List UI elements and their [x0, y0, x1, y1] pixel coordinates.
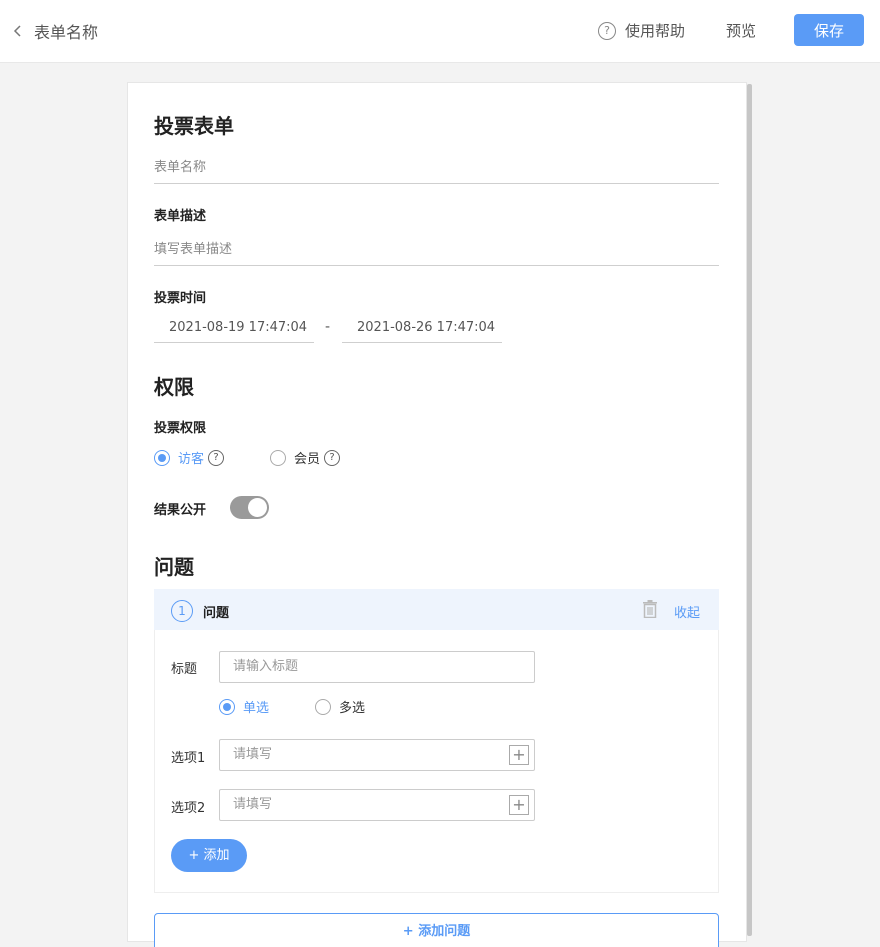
radio-multi-indicator: [315, 698, 331, 715]
question-circle-icon: ?: [598, 21, 616, 40]
help-label: 使用帮助: [625, 22, 686, 40]
result-public-toggle[interactable]: [230, 496, 269, 519]
form-heading: 投票表单: [154, 114, 234, 138]
radio-multi-label: 多选: [339, 701, 366, 716]
collapse-button[interactable]: 收起: [674, 602, 700, 621]
back-button[interactable]: 表单名称: [12, 19, 98, 43]
end-time-input[interactable]: 2021-08-26 17:47:04: [342, 312, 502, 343]
form-desc-input[interactable]: 填写表单描述: [154, 238, 719, 266]
preview-button[interactable]: 预览: [726, 20, 756, 41]
radio-visitor-label: 访客: [178, 452, 205, 467]
plus-square-icon[interactable]: +: [509, 795, 529, 815]
page-title: 表单名称: [34, 23, 99, 42]
radio-single-choice[interactable]: 单选: [219, 697, 269, 716]
scrollbar[interactable]: [747, 84, 752, 936]
radio-single-indicator: [219, 698, 235, 715]
help-link[interactable]: ? 使用帮助: [598, 20, 685, 41]
option-1-label: 选项1: [171, 751, 206, 766]
radio-member-indicator: [270, 449, 286, 466]
start-time-input[interactable]: 2021-08-19 17:47:04: [154, 312, 314, 343]
radio-visitor-indicator: [154, 449, 170, 466]
question-header: [154, 589, 719, 630]
form-name-input[interactable]: 表单名称: [154, 156, 719, 184]
vote-time-label: 投票时间: [154, 291, 207, 306]
question-number: 1: [171, 600, 193, 622]
result-public-label: 结果公开: [154, 503, 207, 518]
top-bar: 表单名称 ? 使用帮助 预览 保存: [0, 0, 880, 63]
permissions-heading: 权限: [154, 375, 194, 399]
option-2-label: 选项2: [171, 801, 206, 816]
radio-visitor[interactable]: 访客 ?: [154, 448, 225, 467]
plus-square-icon[interactable]: +: [509, 745, 529, 765]
question-title-label: 标题: [171, 662, 198, 677]
toggle-knob: [248, 498, 267, 517]
question-circle-icon[interactable]: ?: [324, 449, 341, 466]
add-question-button[interactable]: + 添加问题: [154, 913, 719, 947]
option-2-input[interactable]: 请填写: [219, 789, 535, 821]
radio-multi-choice[interactable]: 多选: [315, 697, 365, 716]
form-desc-label: 表单描述: [154, 209, 207, 224]
save-button[interactable]: 保存: [794, 14, 864, 46]
question-heading: 问题: [203, 606, 230, 621]
radio-member-label: 会员: [294, 452, 321, 467]
option-1-input[interactable]: 请填写: [219, 739, 535, 771]
radio-member[interactable]: 会员 ?: [270, 448, 341, 467]
question-title-input[interactable]: 请输入标题: [219, 651, 535, 683]
question-circle-icon[interactable]: ?: [208, 449, 225, 466]
vote-permission-label: 投票权限: [154, 421, 207, 436]
chevron-left-icon: [12, 19, 30, 43]
trash-icon[interactable]: [642, 600, 658, 619]
radio-single-label: 单选: [243, 701, 270, 716]
questions-heading: 问题: [154, 555, 194, 579]
add-option-button[interactable]: + 添加: [171, 839, 247, 872]
time-separator: -: [325, 319, 331, 335]
